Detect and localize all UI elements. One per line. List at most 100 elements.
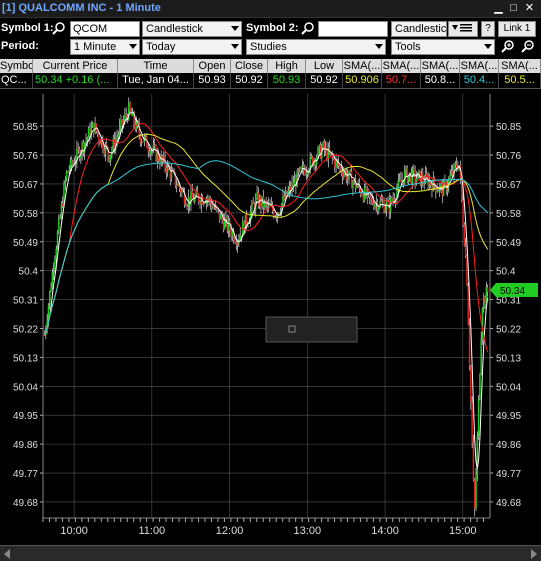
candle-body [144, 135, 147, 137]
time-cell: Tue, Jan 04... [118, 73, 194, 88]
y-tick-label-right: 50.4 [496, 267, 516, 278]
maximize-button[interactable]: □ [507, 2, 520, 15]
candle-body [234, 240, 236, 243]
symbol2-search-icon[interactable] [300, 21, 316, 37]
chart-type-dropdown[interactable]: Candlestick [142, 21, 242, 37]
col-header[interactable]: SMA(... [499, 59, 541, 73]
x-tick-label: 14:00 [371, 525, 399, 537]
col-header[interactable]: High [268, 59, 306, 73]
col-header[interactable]: Low [306, 59, 343, 73]
candle-body [413, 168, 415, 171]
y-tick-label-right: 49.95 [496, 411, 521, 422]
candle-body [343, 173, 345, 177]
chevron-down-icon [231, 44, 239, 49]
candle-body [140, 141, 143, 143]
candle-body [464, 245, 467, 256]
studies-dropdown[interactable]: Studies [246, 39, 386, 55]
quote-table-row[interactable]: QC... 50.34 +0.16 (... Tue, Jan 04... 50… [0, 73, 541, 89]
period-dropdown[interactable]: 1 Minute [70, 39, 140, 55]
price-change: +0.16 (... [65, 74, 110, 86]
candle-body [418, 171, 420, 173]
zoom-out-icon[interactable] [520, 39, 536, 55]
symbol-cell: QC... [0, 73, 33, 88]
candle-body [346, 176, 349, 180]
candle-body [467, 285, 469, 326]
col-header[interactable]: Current Price [33, 59, 118, 73]
chart-svg[interactable]: 50.85 50.85 50.76 50.76 50.67 50.67 50.58 50.58… [0, 90, 541, 545]
period-value: 1 Minute [74, 41, 117, 53]
candle-body [54, 258, 56, 271]
candle-body [455, 163, 458, 168]
close-cell: 50.92 [231, 73, 268, 88]
tools-dropdown[interactable]: Tools [391, 39, 495, 55]
candle-body [334, 159, 336, 168]
candle-body [297, 170, 300, 172]
candle-body [142, 141, 144, 143]
y-tick-label-left: 50.85 [13, 122, 38, 133]
quote-table-header: Symbol Current Price Time Open Close Hig… [0, 59, 541, 73]
x-tick-label: 10:00 [60, 525, 88, 537]
candle-body [356, 186, 358, 188]
col-header[interactable]: Open [194, 59, 231, 73]
price-chart[interactable]: 50.85 50.85 50.76 50.76 50.67 50.67 50.58 50.58… [0, 90, 541, 545]
chart-type2-dropdown[interactable]: Candlestic [391, 21, 447, 37]
candle-body [473, 479, 476, 509]
candle-body [283, 196, 286, 200]
list-menu-button[interactable] [448, 21, 478, 37]
minimize-button[interactable]: ▁ [492, 2, 505, 15]
link-button[interactable]: Link 1 [498, 21, 536, 37]
candle-body [129, 102, 131, 111]
candle-body [236, 242, 239, 246]
symbol1-input[interactable]: QCOM [70, 21, 140, 37]
candle-body [251, 202, 253, 212]
scroll-right-icon [531, 549, 537, 559]
symbol2-input[interactable] [318, 21, 388, 37]
candle-body [50, 287, 52, 292]
candle-body [477, 398, 480, 436]
col-header[interactable]: Time [118, 59, 194, 73]
candle-body [51, 272, 54, 288]
col-header[interactable]: Symbol [0, 59, 33, 73]
chart-type2-value: Candlestic [395, 23, 447, 35]
candle-body [223, 219, 226, 229]
candle-body [239, 234, 241, 240]
symbol1-search-icon[interactable] [51, 21, 67, 37]
high-cell: 50.93 [268, 73, 306, 88]
horizontal-scrollbar[interactable] [0, 545, 541, 561]
col-header[interactable]: SMA(... [460, 59, 499, 73]
chevron-down-icon [375, 44, 383, 49]
sma2-cell: 50.7... [382, 73, 421, 88]
x-tick-label: 15:00 [449, 525, 477, 537]
col-header[interactable]: SMA(... [382, 59, 421, 73]
candle-body [177, 183, 179, 186]
candle-body [405, 167, 407, 171]
candle-body [186, 206, 188, 208]
open-cell: 50.93 [194, 73, 231, 88]
y-tick-label-left: 49.95 [13, 411, 38, 422]
candle-body [449, 175, 451, 179]
y-tick-label-right: 49.77 [496, 469, 521, 480]
help-button[interactable]: ? [481, 21, 495, 37]
y-tick-label-right: 50.04 [496, 382, 521, 393]
candle-body [208, 198, 210, 200]
candle-body [444, 181, 446, 183]
zoom-in-icon[interactable] [500, 39, 516, 55]
candle-body [484, 296, 486, 303]
sma3-cell: 50.8... [421, 73, 460, 88]
candle-body [52, 270, 55, 273]
candle-body [471, 402, 473, 443]
candle-body [77, 147, 79, 150]
close-button[interactable]: ✕ [523, 2, 536, 15]
candle-body [227, 221, 230, 231]
candle-body [121, 119, 124, 126]
col-header[interactable]: Close [231, 59, 268, 73]
candle-body [403, 170, 406, 184]
candle-body [125, 114, 127, 117]
col-header[interactable]: SMA(... [343, 59, 382, 73]
candle-body [302, 165, 305, 171]
range-dropdown[interactable]: Today [142, 39, 242, 55]
candle-body [139, 134, 142, 143]
col-header[interactable]: SMA(... [421, 59, 460, 73]
candle-body [210, 203, 213, 209]
candle-body [252, 202, 254, 205]
